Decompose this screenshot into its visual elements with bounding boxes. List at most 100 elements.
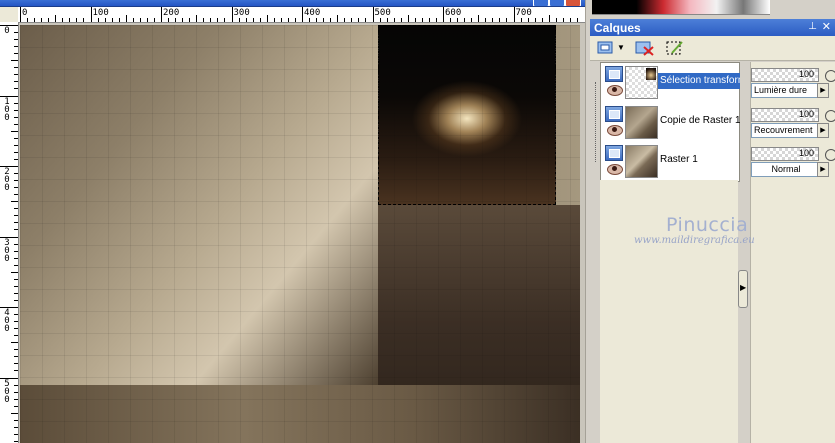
ruler-minor-tick — [14, 151, 18, 153]
ruler-minor-tick — [14, 116, 18, 118]
ruler-minor-tick — [379, 18, 381, 22]
ruler-minor-tick — [541, 18, 543, 22]
ruler-minor-tick — [14, 215, 18, 217]
eye-icon[interactable] — [607, 85, 623, 96]
ruler-minor-tick — [224, 18, 226, 22]
ruler-minor-tick — [217, 18, 219, 22]
ruler-minor-tick — [520, 18, 522, 22]
layer-name[interactable]: Sélection transformée — [658, 73, 740, 89]
new-layer-icon[interactable] — [596, 39, 618, 57]
opacity-slider[interactable]: 100 — [751, 108, 819, 122]
raster-layer-icon — [605, 66, 623, 82]
link-icon[interactable] — [822, 67, 835, 85]
ruler-minor-tick — [344, 18, 346, 22]
ruler-minor-tick — [14, 180, 18, 182]
watermark-name: Pinuccia — [666, 214, 749, 236]
ruler-minor-tick — [14, 39, 18, 41]
ruler-minor-tick — [14, 433, 18, 435]
ruler-minor-tick — [309, 18, 311, 22]
chevron-right-icon[interactable]: ▶ — [817, 83, 829, 98]
ruler-minor-tick — [14, 321, 18, 323]
ruler-label: 0 — [4, 26, 10, 36]
ruler-minor-tick — [450, 18, 452, 22]
selection-marquee[interactable] — [378, 25, 556, 205]
ruler-minor-tick — [14, 349, 18, 351]
ruler-minor-tick — [153, 18, 155, 22]
delete-layer-icon[interactable] — [634, 39, 656, 57]
close-button[interactable] — [565, 0, 581, 6]
pin-icon[interactable]: ⊥ — [808, 21, 817, 32]
blend-mode-select[interactable]: Normal — [751, 162, 819, 177]
ruler-minor-tick — [337, 15, 339, 22]
ruler-major-tick — [372, 7, 374, 22]
chevron-right-icon[interactable]: ▶ — [817, 162, 829, 177]
ruler-minor-tick — [471, 18, 473, 22]
ruler-minor-tick — [351, 18, 353, 22]
ruler-minor-tick — [386, 18, 388, 22]
panel-divider[interactable] — [585, 0, 591, 443]
chevron-down-icon[interactable]: ▼ — [617, 43, 625, 61]
ruler-minor-tick — [14, 335, 18, 337]
ruler-minor-tick — [421, 18, 423, 22]
ruler-minor-tick — [14, 398, 18, 400]
blend-mode-select[interactable]: Lumière dure — [751, 83, 819, 98]
ruler-minor-tick — [14, 46, 18, 48]
canvas-title-bar[interactable] — [0, 0, 585, 7]
ruler-minor-tick — [316, 18, 318, 22]
ruler-minor-tick — [14, 384, 18, 386]
ruler-minor-tick — [14, 74, 18, 76]
ruler-label: 5 0 0 — [4, 378, 10, 405]
layer-row[interactable]: Copie de Raster 1 — [601, 103, 740, 141]
ruler-minor-tick — [27, 18, 29, 22]
maximize-button[interactable] — [549, 0, 565, 6]
layer-row[interactable]: Sélection transformée — [601, 63, 740, 101]
ruler-minor-tick — [168, 18, 170, 22]
link-icon[interactable] — [822, 107, 835, 125]
ruler-minor-tick — [478, 15, 480, 22]
ruler-minor-tick — [11, 271, 18, 273]
raster-layer-icon — [605, 106, 623, 122]
blend-mode-select[interactable]: Recouvrement — [751, 123, 819, 138]
layers-toolbar: ▼ — [590, 36, 835, 61]
layers-palette-titlebar[interactable]: Calques ⊥ ✕ — [590, 19, 835, 36]
ruler-minor-tick — [492, 18, 494, 22]
ruler-minor-tick — [14, 299, 18, 301]
eye-icon[interactable] — [607, 125, 623, 136]
ruler-minor-tick — [14, 109, 18, 111]
link-icon[interactable] — [822, 146, 835, 164]
ruler-minor-tick — [146, 18, 148, 22]
ruler-minor-tick — [294, 18, 296, 22]
ruler-minor-tick — [14, 88, 18, 90]
ruler-minor-tick — [259, 18, 261, 22]
ruler-minor-tick — [527, 18, 529, 22]
ruler-label: 200 — [163, 8, 180, 18]
chevron-right-icon[interactable]: ▶ — [817, 123, 829, 138]
opacity-value: 100 — [798, 148, 814, 158]
materials-color-strip[interactable] — [592, 0, 770, 15]
close-icon[interactable]: ✕ — [822, 20, 831, 33]
ruler-minor-tick — [428, 18, 430, 22]
ruler-minor-tick — [14, 222, 18, 224]
ruler-minor-tick — [34, 18, 36, 22]
ruler-label: 700 — [515, 8, 532, 18]
ruler-minor-tick — [14, 278, 18, 280]
ruler-minor-tick — [210, 18, 212, 22]
layer-name[interactable]: Copie de Raster 1 — [658, 113, 740, 129]
layer-name[interactable]: Raster 1 — [658, 152, 740, 168]
opacity-slider[interactable]: 100 — [751, 68, 819, 82]
layer-row[interactable]: Raster 1 — [601, 142, 739, 180]
ruler-minor-tick — [393, 18, 395, 22]
minimize-button[interactable] — [533, 0, 549, 6]
opacity-value: 100 — [798, 109, 814, 119]
palette-collapse-handle[interactable]: ▶ — [738, 270, 748, 308]
ruler-minor-tick — [252, 18, 254, 22]
ruler-minor-tick — [534, 18, 536, 22]
eye-icon[interactable] — [607, 164, 623, 175]
image-canvas[interactable] — [20, 25, 580, 443]
ruler-minor-tick — [464, 18, 466, 22]
opacity-slider[interactable]: 100 — [751, 147, 819, 161]
layer-properties-column: 100 Lumière dure ▶ 100 Recouvrement ▶ 10… — [750, 62, 835, 443]
layer-thumbnail — [625, 145, 658, 178]
ruler-minor-tick — [14, 194, 18, 196]
edit-selection-icon[interactable] — [664, 39, 686, 57]
